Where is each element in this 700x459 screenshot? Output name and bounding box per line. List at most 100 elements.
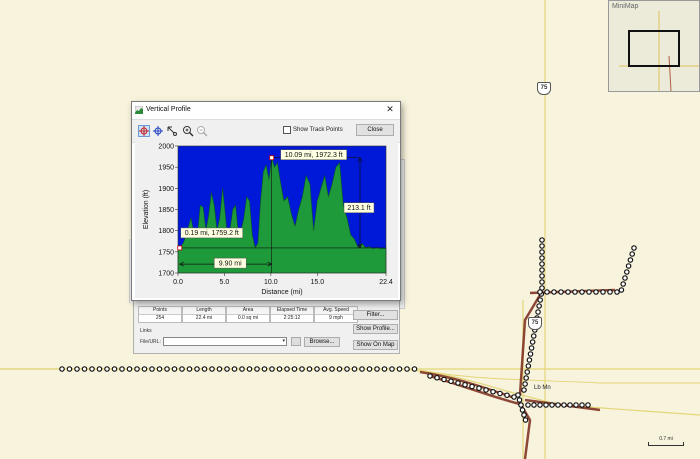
elevation-chart[interactable]: 1700 1750 1800 1850 1900 1950 2000 0.0 5.0 10.0 15… bbox=[135, 142, 398, 298]
track-point[interactable] bbox=[530, 333, 537, 339]
track-point[interactable] bbox=[96, 366, 103, 372]
track-point[interactable] bbox=[171, 366, 178, 372]
track-point[interactable] bbox=[537, 297, 544, 303]
track-point[interactable] bbox=[269, 366, 275, 372]
track-point[interactable] bbox=[246, 366, 253, 372]
track-point[interactable] bbox=[536, 303, 542, 309]
track-point[interactable] bbox=[539, 267, 545, 273]
track-point[interactable] bbox=[441, 376, 447, 383]
high-point-marker[interactable] bbox=[269, 155, 275, 161]
track-point[interactable] bbox=[567, 402, 573, 408]
track-point[interactable] bbox=[351, 366, 358, 372]
track-point[interactable] bbox=[561, 402, 567, 408]
track-point[interactable] bbox=[528, 345, 535, 351]
track-point[interactable] bbox=[261, 366, 268, 372]
dialog-titlebar[interactable]: Vertical Profile ✕ bbox=[132, 102, 400, 118]
track-point[interactable] bbox=[543, 402, 549, 408]
track-point[interactable] bbox=[89, 366, 95, 372]
track-point[interactable] bbox=[381, 366, 388, 372]
close-button[interactable]: Close bbox=[356, 124, 394, 136]
track-point[interactable] bbox=[524, 369, 531, 375]
track-point[interactable] bbox=[620, 281, 627, 287]
checkbox-box[interactable] bbox=[283, 126, 291, 134]
track-point[interactable] bbox=[156, 366, 163, 372]
track-point[interactable] bbox=[111, 366, 118, 372]
track-point[interactable] bbox=[521, 387, 527, 393]
track-point[interactable] bbox=[239, 366, 245, 372]
show-track-points-checkbox[interactable]: Show Track Points bbox=[283, 126, 343, 134]
crosshair-select-icon[interactable] bbox=[138, 124, 150, 137]
track-point[interactable] bbox=[336, 366, 343, 372]
track-point[interactable] bbox=[515, 392, 521, 398]
track-point[interactable] bbox=[614, 289, 620, 295]
minimap[interactable]: MiniMap bbox=[608, 0, 700, 92]
track-point[interactable] bbox=[579, 289, 585, 295]
track-point[interactable] bbox=[490, 388, 496, 395]
close-icon[interactable]: ✕ bbox=[384, 102, 396, 118]
track-point[interactable] bbox=[600, 289, 606, 295]
track-point[interactable] bbox=[469, 383, 475, 390]
zoom-out-icon[interactable] bbox=[196, 124, 208, 137]
track-point[interactable] bbox=[525, 363, 532, 369]
track-point[interactable] bbox=[539, 261, 545, 267]
track-point[interactable] bbox=[291, 366, 298, 372]
track-point[interactable] bbox=[389, 366, 395, 372]
track-point[interactable] bbox=[522, 417, 529, 423]
track-point[interactable] bbox=[74, 366, 80, 372]
elevation-plot-area[interactable]: 1700 1750 1800 1850 1900 1950 2000 0.0 5.0 10.0 15… bbox=[135, 142, 398, 298]
track-point[interactable] bbox=[629, 251, 636, 257]
track-point[interactable] bbox=[618, 287, 625, 293]
track-point[interactable] bbox=[194, 366, 200, 372]
track-point[interactable] bbox=[565, 289, 571, 295]
track-point[interactable] bbox=[396, 366, 403, 372]
track-point[interactable] bbox=[529, 339, 536, 345]
track-point[interactable] bbox=[539, 273, 545, 279]
track-point[interactable] bbox=[539, 237, 545, 243]
low-point-marker[interactable] bbox=[177, 245, 183, 251]
track-point[interactable] bbox=[504, 392, 510, 399]
filter-button[interactable]: Filter... bbox=[353, 310, 398, 320]
track-point[interactable] bbox=[186, 366, 193, 372]
track-point[interactable] bbox=[254, 366, 260, 372]
track-point[interactable] bbox=[539, 255, 545, 261]
track-point[interactable] bbox=[201, 366, 208, 372]
track-point[interactable] bbox=[497, 390, 503, 397]
track-point[interactable] bbox=[539, 249, 545, 255]
track-point[interactable] bbox=[549, 402, 555, 408]
track-point[interactable] bbox=[179, 366, 185, 372]
track-point[interactable] bbox=[531, 402, 537, 408]
track-point[interactable] bbox=[314, 366, 320, 372]
track-point[interactable] bbox=[104, 366, 110, 372]
track-point[interactable] bbox=[544, 289, 550, 295]
track-point[interactable] bbox=[483, 387, 489, 393]
track-point[interactable] bbox=[631, 245, 637, 251]
track-point[interactable] bbox=[216, 366, 223, 372]
track-point[interactable] bbox=[585, 402, 591, 408]
show-on-map-button[interactable]: Show On Map bbox=[353, 340, 398, 350]
track-point[interactable] bbox=[526, 357, 533, 363]
track-point[interactable] bbox=[523, 375, 529, 381]
track-point[interactable] bbox=[149, 366, 155, 372]
track-point[interactable] bbox=[134, 366, 140, 372]
track-point[interactable] bbox=[299, 366, 305, 372]
track-point[interactable] bbox=[522, 381, 528, 387]
track-point[interactable] bbox=[119, 366, 125, 372]
track-point[interactable] bbox=[374, 366, 380, 372]
track-point[interactable] bbox=[448, 378, 454, 385]
fileurl-select[interactable]: ▾ bbox=[163, 337, 287, 346]
track-point[interactable] bbox=[66, 366, 73, 372]
track-point[interactable] bbox=[558, 289, 564, 295]
track-point[interactable] bbox=[525, 402, 531, 408]
track-point[interactable] bbox=[321, 366, 328, 372]
track-point[interactable] bbox=[476, 385, 482, 392]
track-point[interactable] bbox=[59, 366, 65, 372]
track-point[interactable] bbox=[622, 275, 628, 281]
track-point[interactable] bbox=[231, 366, 238, 372]
track-point[interactable] bbox=[344, 366, 350, 372]
track-point[interactable] bbox=[411, 366, 418, 372]
track-point[interactable] bbox=[555, 402, 561, 408]
track-point[interactable] bbox=[209, 366, 215, 372]
track-point[interactable] bbox=[366, 366, 373, 372]
track-point[interactable] bbox=[284, 366, 290, 372]
track-point[interactable] bbox=[434, 374, 440, 381]
